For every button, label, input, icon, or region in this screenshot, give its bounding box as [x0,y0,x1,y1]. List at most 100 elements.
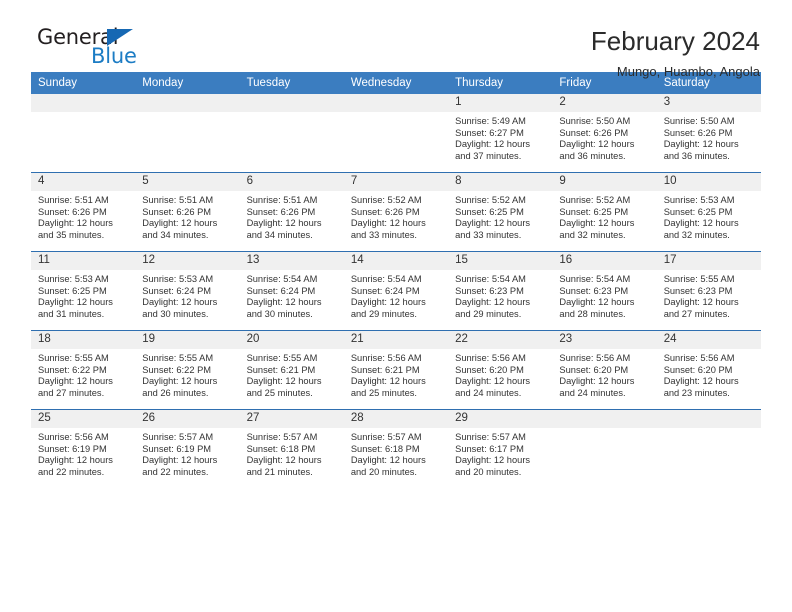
day-number [31,94,136,112]
calendar-day-cell[interactable]: 6 Sunrise: 5:51 AM Sunset: 6:26 PM Daylight… [239,172,344,252]
day-number [239,94,344,112]
day-number: 26 [135,410,240,428]
calendar-week-row: 25 Sunrise: 5:56 AM Sunset: 6:19 PM Dayligh… [31,409,761,488]
day-detail-line: Daylight: 12 hours [38,455,113,466]
calendar-day-cell[interactable]: 1 Sunrise: 5:49 AM Sunset: 6:27 PM Daylight… [448,94,553,173]
day-detail-line: Sunset: 6:26 PM [559,127,629,138]
calendar-day-cell[interactable]: 12 Sunrise: 5:53 AM Sunset: 6:24 PM Dayligh… [135,251,240,331]
calendar-day-cell[interactable]: 28 Sunrise: 5:57 AM Sunset: 6:18 PM Dayligh… [343,409,449,488]
day-detail-line: Daylight: 12 hours [455,139,531,150]
day-number: 11 [31,252,136,270]
calendar-day-cell[interactable]: 21 Sunrise: 5:56 AM Sunset: 6:21 PM Dayligh… [343,330,449,410]
calendar-day-cell[interactable]: 11 Sunrise: 5:53 AM Sunset: 6:25 PM Dayligh… [31,251,136,331]
day-detail-line: Sunset: 6:24 PM [246,285,316,296]
day-number: 24 [656,331,761,349]
calendar-day-cell-empty [239,94,344,173]
day-details: Sunrise: 5:55 AM Sunset: 6:22 PM Daylight:… [135,349,239,399]
day-detail-line: and 22 minutes. [38,466,105,477]
calendar-day-cell[interactable]: 20 Sunrise: 5:55 AM Sunset: 6:21 PM Dayligh… [239,330,344,410]
calendar-day-cell[interactable]: 4 Sunrise: 5:51 AM Sunset: 6:26 PM Daylight… [31,172,136,252]
calendar-day-cell[interactable]: 24 Sunrise: 5:56 AM Sunset: 6:20 PM Dayligh… [656,330,761,410]
calendar-day-cell[interactable]: 16 Sunrise: 5:54 AM Sunset: 6:23 PM Dayligh… [552,251,657,331]
day-details: Sunrise: 5:51 AM Sunset: 6:26 PM Daylight:… [240,191,344,241]
calendar-day-cell[interactable]: 9 Sunrise: 5:52 AM Sunset: 6:25 PM Daylight… [552,172,657,252]
calendar-day-cell[interactable]: 17 Sunrise: 5:55 AM Sunset: 6:23 PM Dayligh… [656,251,761,331]
calendar-day-cell[interactable]: 5 Sunrise: 5:51 AM Sunset: 6:26 PM Daylight… [135,172,240,252]
day-detail-line: Sunset: 6:26 PM [38,206,107,217]
calendar-body: 1 Sunrise: 5:49 AM Sunset: 6:27 PM Daylight… [31,94,761,488]
day-detail-line: Sunset: 6:26 PM [350,206,420,217]
calendar-day-cell[interactable]: 8 Sunrise: 5:52 AM Sunset: 6:25 PM Daylight… [448,172,553,252]
day-detail-line: Daylight: 12 hours [559,376,635,387]
day-detail-line: and 25 minutes. [246,387,313,398]
day-detail-line: Sunset: 6:21 PM [350,364,420,375]
day-detail-line: Sunrise: 5:51 AM [142,195,214,205]
day-detail-line: Sunset: 6:27 PM [455,127,524,138]
day-number: 12 [135,252,240,270]
day-detail-line: Sunrise: 5:55 AM [246,353,318,363]
page-title: February 2024 [590,26,760,56]
day-details: Sunrise: 5:54 AM Sunset: 6:23 PM Daylight:… [552,270,656,320]
day-number: 5 [135,173,240,191]
day-details: Sunrise: 5:51 AM Sunset: 6:26 PM Daylight:… [135,191,239,241]
day-detail-line: Daylight: 12 hours [455,455,531,466]
page-header: General Blue February 2024 Mungo, Huambo… [31,0,761,79]
day-detail-line: Sunset: 6:21 PM [246,364,316,375]
day-details: Sunrise: 5:50 AM Sunset: 6:26 PM Daylight:… [657,112,761,162]
day-detail-line: Daylight: 12 hours [559,139,635,150]
day-detail-line: and 36 minutes. [559,150,626,161]
day-details [552,428,656,433]
day-detail-line: Sunset: 6:26 PM [142,206,212,217]
day-detail-line: and 31 minutes. [38,308,105,319]
day-number [343,94,449,112]
calendar-day-cell[interactable]: 10 Sunrise: 5:53 AM Sunset: 6:25 PM Dayligh… [656,172,761,252]
general-blue-logo: General Blue [31,27,191,73]
day-detail-line: and 28 minutes. [559,308,626,319]
calendar-day-cell[interactable]: 19 Sunrise: 5:55 AM Sunset: 6:22 PM Dayligh… [135,330,240,410]
day-details: Sunrise: 5:57 AM Sunset: 6:19 PM Daylight:… [135,428,239,478]
calendar-day-cell[interactable]: 27 Sunrise: 5:57 AM Sunset: 6:18 PM Dayligh… [239,409,344,488]
day-detail-line: Daylight: 12 hours [455,376,531,387]
day-detail-line: Sunset: 6:23 PM [455,285,524,296]
day-detail-line: Sunrise: 5:49 AM [455,116,526,126]
calendar-day-cell[interactable]: 18 Sunrise: 5:55 AM Sunset: 6:22 PM Dayligh… [31,330,136,410]
day-detail-line: Daylight: 12 hours [38,218,113,229]
calendar-day-cell[interactable]: 3 Sunrise: 5:50 AM Sunset: 6:26 PM Daylight… [656,94,761,173]
day-detail-line: Daylight: 12 hours [246,297,322,308]
day-detail-line: Sunset: 6:25 PM [455,206,524,217]
calendar-day-cell[interactable]: 15 Sunrise: 5:54 AM Sunset: 6:23 PM Dayligh… [448,251,553,331]
day-detail-line: Sunrise: 5:51 AM [246,195,318,205]
calendar-day-cell[interactable]: 23 Sunrise: 5:56 AM Sunset: 6:20 PM Dayligh… [552,330,657,410]
day-number: 2 [552,94,657,112]
calendar-day-cell[interactable]: 13 Sunrise: 5:54 AM Sunset: 6:24 PM Dayligh… [239,251,344,331]
calendar-day-cell[interactable]: 7 Sunrise: 5:52 AM Sunset: 6:26 PM Daylight… [343,172,449,252]
day-detail-line: and 27 minutes. [38,387,105,398]
day-detail-line: Sunset: 6:25 PM [38,285,107,296]
day-details: Sunrise: 5:54 AM Sunset: 6:23 PM Daylight:… [448,270,552,320]
day-detail-line: Daylight: 12 hours [350,376,426,387]
day-detail-line: Daylight: 12 hours [350,455,426,466]
day-details: Sunrise: 5:54 AM Sunset: 6:24 PM Daylight:… [344,270,448,320]
day-number: 16 [552,252,657,270]
day-number [552,410,657,428]
day-number: 19 [135,331,240,349]
calendar-day-cell[interactable]: 29 Sunrise: 5:57 AM Sunset: 6:17 PM Dayligh… [448,409,553,488]
day-detail-line: and 30 minutes. [142,308,209,319]
day-detail-line: Sunset: 6:19 PM [142,443,212,454]
day-detail-line: and 23 minutes. [663,387,730,398]
day-number: 7 [343,173,449,191]
day-detail-line: Daylight: 12 hours [142,218,218,229]
calendar-day-cell[interactable]: 2 Sunrise: 5:50 AM Sunset: 6:26 PM Daylight… [552,94,657,173]
calendar-day-cell-empty [31,94,136,173]
day-number [656,410,761,428]
title-block: February 2024 Mungo, Huambo, Angola [591,27,761,79]
day-detail-line: and 36 minutes. [663,150,730,161]
day-detail-line: Sunset: 6:17 PM [455,443,524,454]
calendar-day-cell[interactable]: 22 Sunrise: 5:56 AM Sunset: 6:20 PM Dayligh… [448,330,553,410]
day-detail-line: Daylight: 12 hours [350,297,426,308]
weekday-header-sunday: Sunday [31,72,136,94]
calendar-day-cell[interactable]: 14 Sunrise: 5:54 AM Sunset: 6:24 PM Dayligh… [343,251,449,331]
calendar-day-cell[interactable]: 25 Sunrise: 5:56 AM Sunset: 6:19 PM Dayligh… [31,409,136,488]
calendar-day-cell-empty [552,409,657,488]
calendar-day-cell[interactable]: 26 Sunrise: 5:57 AM Sunset: 6:19 PM Dayligh… [135,409,240,488]
